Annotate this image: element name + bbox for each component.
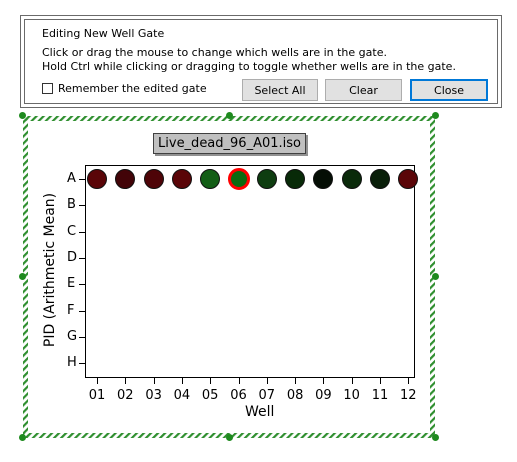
y-tick-label-C: C <box>67 223 77 239</box>
well-A02[interactable] <box>115 169 136 189</box>
instruction-line-2: Hold Ctrl while clicking or dragging to … <box>42 60 456 73</box>
x-tick-label-09: 09 <box>315 388 332 403</box>
x-tick-mark-08 <box>295 378 297 384</box>
select-all-button[interactable]: Select All <box>242 79 318 101</box>
y-tick-mark-F <box>79 310 85 312</box>
y-tick-label-G: G <box>67 328 78 344</box>
x-tick-mark-10 <box>351 378 353 384</box>
gate-dialog: Editing New Well Gate Click or drag the … <box>20 15 502 108</box>
dialog-title: Editing New Well Gate <box>42 27 165 40</box>
x-tick-label-01: 01 <box>88 388 106 403</box>
remember-gate-label: Remember the edited gate <box>58 82 207 95</box>
x-tick-mark-04 <box>181 378 183 384</box>
well-A09[interactable] <box>313 169 334 189</box>
y-tick-mark-E <box>79 284 85 286</box>
x-tick-label-02: 02 <box>117 388 134 403</box>
well-A06[interactable] <box>227 168 250 190</box>
x-tick-mark-05 <box>210 378 212 384</box>
well-A11[interactable] <box>370 169 390 189</box>
dialog-instructions: Click or drag the mouse to change which … <box>42 46 456 74</box>
x-tick-label-08: 08 <box>286 388 304 403</box>
x-tick-label-06: 06 <box>230 388 247 403</box>
y-tick-mark-B <box>79 205 85 207</box>
y-tick-label-B: B <box>67 197 76 213</box>
x-tick-mark-02 <box>125 378 127 384</box>
resize-handle-left[interactable] <box>19 273 26 280</box>
x-axis-label: Well <box>245 404 275 420</box>
well-A07[interactable] <box>256 169 277 189</box>
remember-gate-checkbox[interactable] <box>42 83 53 94</box>
plot-file-label: Live_dead_96_A01.iso <box>153 133 306 154</box>
well-A08[interactable] <box>285 169 306 189</box>
well-A01[interactable] <box>87 169 107 189</box>
resize-handle-right[interactable] <box>432 273 439 280</box>
y-tick-mark-D <box>79 257 85 259</box>
x-tick-label-04: 04 <box>173 388 191 403</box>
well-A03[interactable] <box>143 169 164 189</box>
instruction-line-1: Click or drag the mouse to change which … <box>42 46 387 59</box>
resize-handle-top-left[interactable] <box>19 112 26 119</box>
x-tick-label-10: 10 <box>343 388 360 403</box>
well-A05[interactable] <box>200 169 221 189</box>
well-A04[interactable] <box>171 169 192 189</box>
y-tick-label-H: H <box>67 355 77 371</box>
gate-dialog-panel: Editing New Well Gate Click or drag the … <box>24 19 498 104</box>
y-tick-label-A: A <box>67 171 76 186</box>
x-tick-mark-12 <box>408 378 410 384</box>
x-tick-mark-11 <box>380 378 381 384</box>
resize-handle-bottom-right[interactable] <box>432 434 439 441</box>
x-tick-mark-09 <box>323 378 325 384</box>
x-tick-label-12: 12 <box>400 388 417 403</box>
x-tick-label-03: 03 <box>145 388 162 403</box>
y-tick-label-F: F <box>67 302 75 318</box>
well-A10[interactable] <box>341 169 362 189</box>
x-tick-label-05: 05 <box>201 388 219 403</box>
x-tick-mark-06 <box>238 378 240 384</box>
x-tick-mark-07 <box>266 378 268 384</box>
close-button[interactable]: Close <box>410 79 488 101</box>
well-plate-plot[interactable] <box>85 165 415 378</box>
y-tick-mark-C <box>79 231 85 233</box>
resize-handle-top-right[interactable] <box>432 112 439 119</box>
y-tick-label-D: D <box>67 249 78 265</box>
x-tick-label-07: 07 <box>258 388 276 403</box>
y-tick-label-E: E <box>67 276 76 292</box>
clear-button[interactable]: Clear <box>325 79 402 101</box>
resize-handle-bottom-left[interactable] <box>19 434 26 441</box>
x-tick-mark-01 <box>97 378 98 384</box>
y-tick-mark-A <box>79 179 85 180</box>
resize-handle-bottom[interactable] <box>226 434 233 441</box>
y-tick-mark-G <box>79 336 85 338</box>
x-tick-mark-03 <box>153 378 155 384</box>
resize-handle-top[interactable] <box>226 112 233 119</box>
remember-gate-row[interactable]: Remember the edited gate <box>42 82 207 95</box>
x-tick-label-11: 11 <box>371 388 389 403</box>
well-A12[interactable] <box>398 169 419 189</box>
y-tick-mark-H <box>79 363 85 365</box>
y-axis-label: PID (Arithmetic Mean) <box>42 192 58 348</box>
